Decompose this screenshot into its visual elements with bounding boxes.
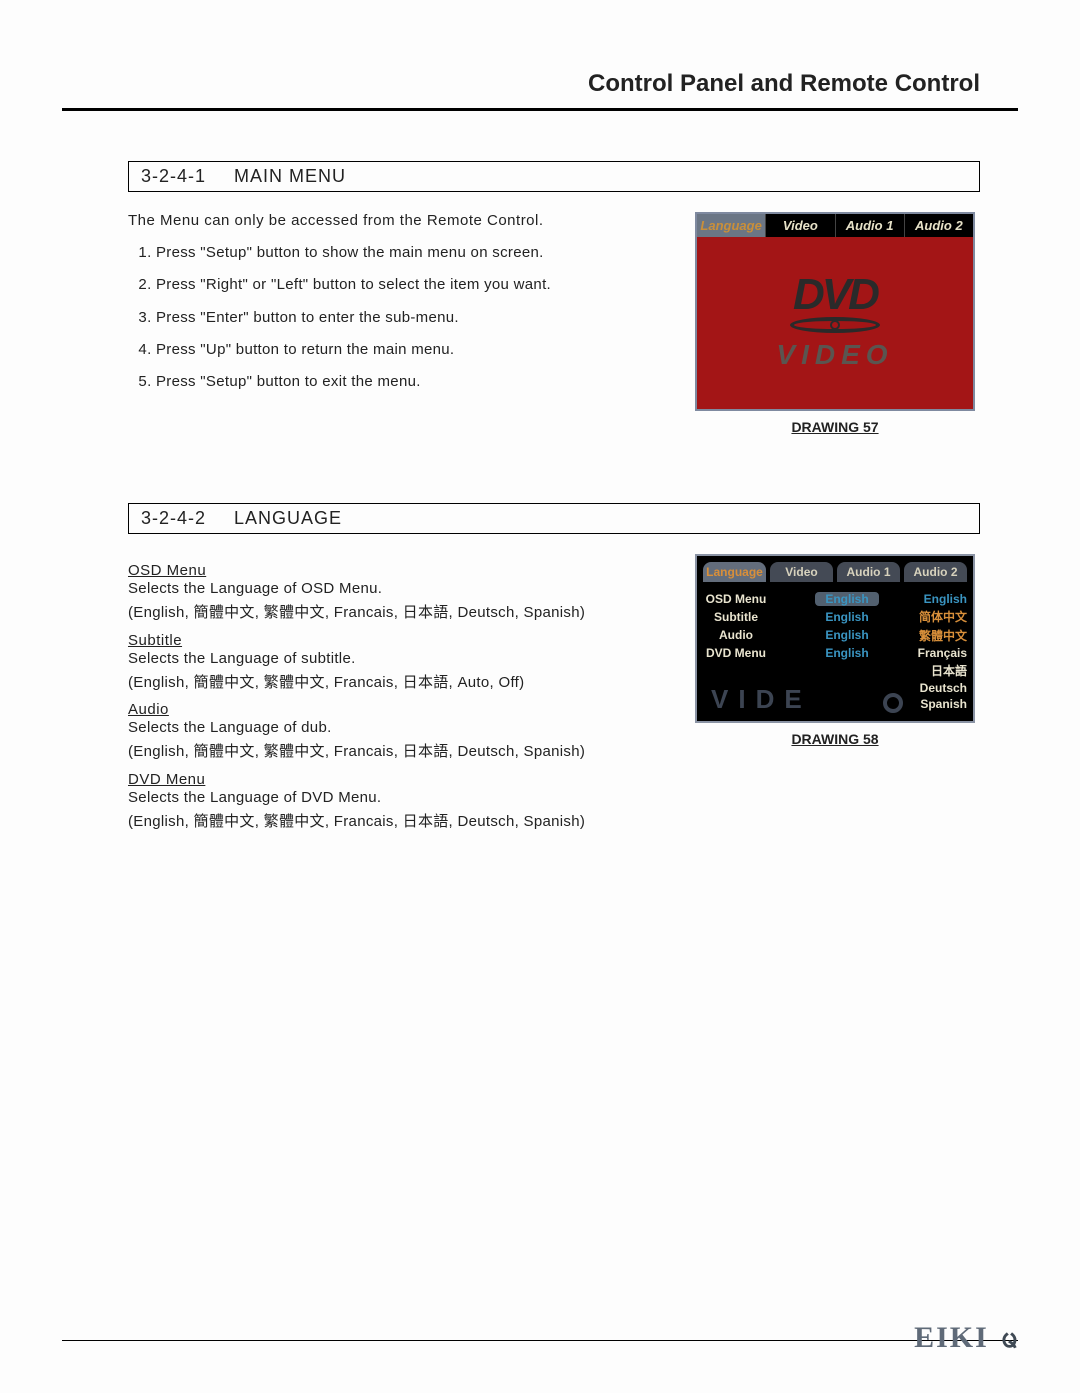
section-title: LANGUAGE xyxy=(234,508,342,529)
osd-tab-audio1: Audio 1 xyxy=(836,214,905,237)
osd-row-label: Subtitle xyxy=(703,610,769,624)
sub-dvdmenu-langs: (English, 簡體中文, 繁體中文, Francais, 日本語, Deu… xyxy=(128,812,660,832)
osd-row-label: Audio xyxy=(703,628,769,642)
step-item: Press "Setup" button to exit the menu. xyxy=(156,372,660,392)
section-intro: The Menu can only be accessed from the R… xyxy=(128,212,660,229)
osd-tab-language: Language xyxy=(697,214,766,237)
page-footer: EIKI ᨾ xyxy=(62,1340,1018,1357)
osd-tab-audio2: Audio 2 xyxy=(905,214,973,237)
footer-divider xyxy=(62,1340,1018,1341)
osd-row-value: English xyxy=(815,628,879,642)
step-item: Press "Enter" button to enter the sub-me… xyxy=(156,308,660,328)
osd-tab-language: Language xyxy=(703,562,766,582)
disc-icon xyxy=(790,317,880,333)
sub-osd-menu-desc: Selects the Language of OSD Menu. xyxy=(128,579,660,599)
section-heading-main-menu: 3-2-4-1 MAIN MENU xyxy=(128,161,980,192)
figure-caption: DRAWING 57 xyxy=(690,419,980,435)
step-item: Press "Up" button to return the main men… xyxy=(156,340,660,360)
sub-dvdmenu-desc: Selects the Language of DVD Menu. xyxy=(128,788,660,808)
osd-row-value: English xyxy=(815,610,879,624)
sub-subtitle-head: Subtitle xyxy=(128,632,660,649)
background-watermark: VIDE xyxy=(711,684,812,715)
video-logo-text: VIDEO xyxy=(776,339,893,371)
osd-row-value: English xyxy=(815,592,879,606)
sub-subtitle-desc: Selects the Language of subtitle. xyxy=(128,649,660,669)
lang-option: Français xyxy=(918,646,967,660)
sub-subtitle-langs: (English, 簡體中文, 繁體中文, Francais, 日本語, Aut… xyxy=(128,673,660,693)
disc-icon xyxy=(883,693,903,713)
step-item: Press "Setup" button to show the main me… xyxy=(156,243,660,263)
osd-tab-video: Video xyxy=(770,562,833,582)
osd-tab-audio2: Audio 2 xyxy=(904,562,967,582)
brand-logo: EIKI xyxy=(914,1321,989,1355)
lang-option: Deutsch xyxy=(918,681,967,695)
sub-osd-menu-head: OSD Menu xyxy=(128,562,660,579)
step-item: Press "Right" or "Left" button to select… xyxy=(156,275,660,295)
osd-row-label: DVD Menu xyxy=(703,646,769,660)
section-heading-language: 3-2-4-2 LANGUAGE xyxy=(128,503,980,534)
lang-option: 繁體中文 xyxy=(918,627,967,644)
sub-osd-menu-langs: (English, 簡體中文, 繁體中文, Francais, 日本語, Deu… xyxy=(128,603,660,623)
lang-option: English xyxy=(918,592,967,606)
lang-option: Spanish xyxy=(918,697,967,711)
osd-tab-audio1: Audio 1 xyxy=(837,562,900,582)
sub-audio-langs: (English, 簡體中文, 繁體中文, Francais, 日本語, Deu… xyxy=(128,742,660,762)
steps-list: Press "Setup" button to show the main me… xyxy=(134,243,660,392)
figure-caption: DRAWING 58 xyxy=(690,731,980,747)
osd-tab-video: Video xyxy=(766,214,835,237)
sub-dvdmenu-head: DVD Menu xyxy=(128,771,660,788)
page-title: Control Panel and Remote Control xyxy=(0,70,1080,108)
section-number: 3-2-4-1 xyxy=(141,166,206,187)
dvd-logo-text: DVD xyxy=(793,275,877,315)
osd-row-label: OSD Menu xyxy=(703,592,769,606)
section-number: 3-2-4-2 xyxy=(141,508,206,529)
page-number: ᨾ xyxy=(1001,1319,1018,1361)
figure-58: Language Video Audio 1 Audio 2 OSD Menu … xyxy=(695,554,975,723)
osd-row-value: English xyxy=(815,646,879,660)
figure-57: Language Video Audio 1 Audio 2 DVD VIDEO xyxy=(695,212,975,411)
sub-audio-desc: Selects the Language of dub. xyxy=(128,718,660,738)
lang-option: 简体中文 xyxy=(918,608,967,625)
section-title: MAIN MENU xyxy=(234,166,346,187)
lang-option: 日本語 xyxy=(918,662,967,679)
sub-audio-head: Audio xyxy=(128,701,660,718)
